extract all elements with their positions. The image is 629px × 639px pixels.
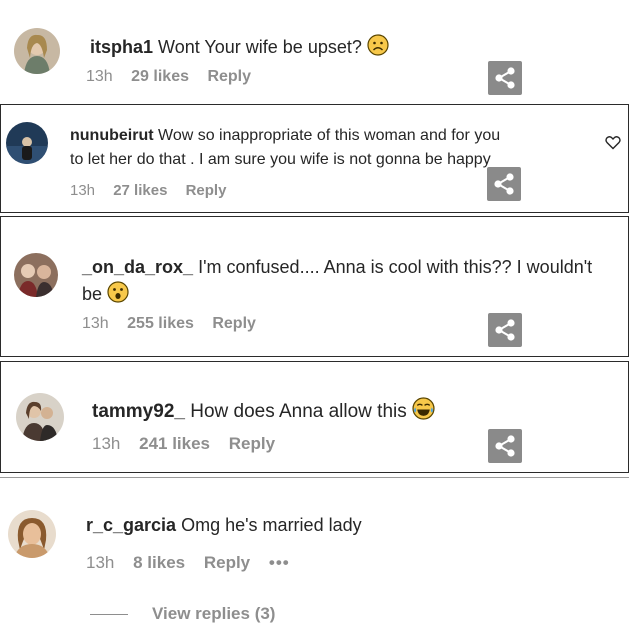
comment-time: 13h bbox=[86, 553, 115, 572]
comment-text-row: _on_da_rox_ I'm confused.... Anna is coo… bbox=[82, 257, 592, 278]
comment-text-row: r_c_garcia Omg he's married lady bbox=[86, 515, 362, 536]
comment-card-3: _on_da_rox_ I'm confused.... Anna is coo… bbox=[0, 216, 629, 357]
comment-text-line-2: be bbox=[82, 281, 129, 308]
share-button[interactable] bbox=[488, 313, 522, 347]
avatar-r-c-garcia[interactable] bbox=[8, 510, 56, 558]
heart-icon[interactable] bbox=[605, 135, 621, 155]
share-icon bbox=[495, 435, 515, 457]
comment-time: 13h bbox=[70, 182, 96, 199]
share-button[interactable] bbox=[487, 167, 521, 201]
comment-likes[interactable]: 8 likes bbox=[133, 553, 185, 572]
avatar-image bbox=[8, 510, 56, 558]
comment-likes[interactable]: 255 likes bbox=[127, 315, 194, 332]
section-divider bbox=[0, 477, 629, 478]
comment-text: Omg he's married lady bbox=[181, 515, 362, 535]
frowning-face-icon bbox=[367, 34, 389, 61]
comment-text: I'm confused.... Anna is cool with this?… bbox=[198, 257, 593, 277]
comment-time: 13h bbox=[86, 68, 113, 85]
reply-button[interactable]: Reply bbox=[204, 553, 250, 572]
comment-text-row: tammy92_ How does Anna allow this bbox=[92, 397, 435, 426]
avatar-image bbox=[16, 393, 64, 441]
comment-username[interactable]: _on_da_rox_ bbox=[82, 257, 193, 277]
avatar-image bbox=[6, 122, 48, 164]
comment-text-line-2: to let her do that . I am sure you wife … bbox=[70, 151, 491, 169]
comment-text-row: itspha1 Wont Your wife be upset? bbox=[90, 34, 389, 61]
reply-button[interactable]: Reply bbox=[229, 434, 275, 453]
reply-button[interactable]: Reply bbox=[207, 68, 251, 85]
comment-meta: 13h 241 likes Reply bbox=[92, 434, 289, 454]
comment-text-continued: to let her do that . I am sure you wife … bbox=[70, 151, 491, 168]
comment-card-4: tammy92_ How does Anna allow this 13h 24… bbox=[0, 361, 629, 473]
comment-time: 13h bbox=[82, 315, 109, 332]
comment-username[interactable]: nunubeirut bbox=[70, 127, 154, 144]
tears-of-joy-face-icon bbox=[412, 397, 435, 426]
avatar-tammy92[interactable] bbox=[16, 393, 64, 441]
share-button[interactable] bbox=[488, 61, 522, 95]
comment-text: Wow so inappropriate of this woman and f… bbox=[158, 127, 501, 144]
comment-username[interactable]: itspha1 bbox=[90, 37, 153, 57]
comment-meta: 13h 27 likes Reply bbox=[70, 182, 240, 199]
view-replies-row[interactable]: View replies (3) bbox=[90, 604, 275, 624]
comment-time: 13h bbox=[92, 434, 121, 453]
avatar-image bbox=[14, 253, 58, 297]
comment-text-continued: be bbox=[82, 284, 103, 304]
comment-likes[interactable]: 27 likes bbox=[113, 182, 167, 199]
comment-meta: 13h 29 likes Reply bbox=[86, 68, 265, 86]
share-button[interactable] bbox=[488, 429, 522, 463]
avatar-on-da-rox[interactable] bbox=[14, 253, 58, 297]
comment-likes[interactable]: 29 likes bbox=[131, 68, 189, 85]
share-icon bbox=[495, 319, 515, 341]
replies-divider-line bbox=[90, 613, 128, 616]
reply-button[interactable]: Reply bbox=[186, 182, 227, 199]
comment-text-row: nunubeirut Wow so inappropriate of this … bbox=[70, 127, 500, 145]
share-icon bbox=[494, 173, 514, 195]
avatar-itspha1[interactable] bbox=[14, 28, 60, 74]
reply-button[interactable]: Reply bbox=[212, 315, 256, 332]
comment-text: Wont Your wife be upset? bbox=[158, 37, 362, 57]
comment-card-2: nunubeirut Wow so inappropriate of this … bbox=[0, 104, 629, 213]
astonished-face-icon bbox=[107, 281, 129, 308]
comment-username[interactable]: r_c_garcia bbox=[86, 515, 176, 535]
more-options-icon[interactable]: ••• bbox=[269, 553, 290, 572]
avatar-nunubeirut[interactable] bbox=[6, 122, 48, 164]
comment-username[interactable]: tammy92_ bbox=[92, 401, 185, 422]
view-replies-button[interactable]: View replies (3) bbox=[152, 604, 275, 623]
share-icon bbox=[495, 67, 515, 89]
comment-card-1: itspha1 Wont Your wife be upset? 13h 29 … bbox=[0, 0, 629, 100]
comment-text: How does Anna allow this bbox=[190, 401, 407, 422]
comment-likes[interactable]: 241 likes bbox=[139, 434, 210, 453]
avatar-image bbox=[14, 28, 60, 74]
comment-meta: 13h 8 likes Reply ••• bbox=[86, 553, 304, 573]
comment-meta: 13h 255 likes Reply bbox=[82, 315, 270, 333]
